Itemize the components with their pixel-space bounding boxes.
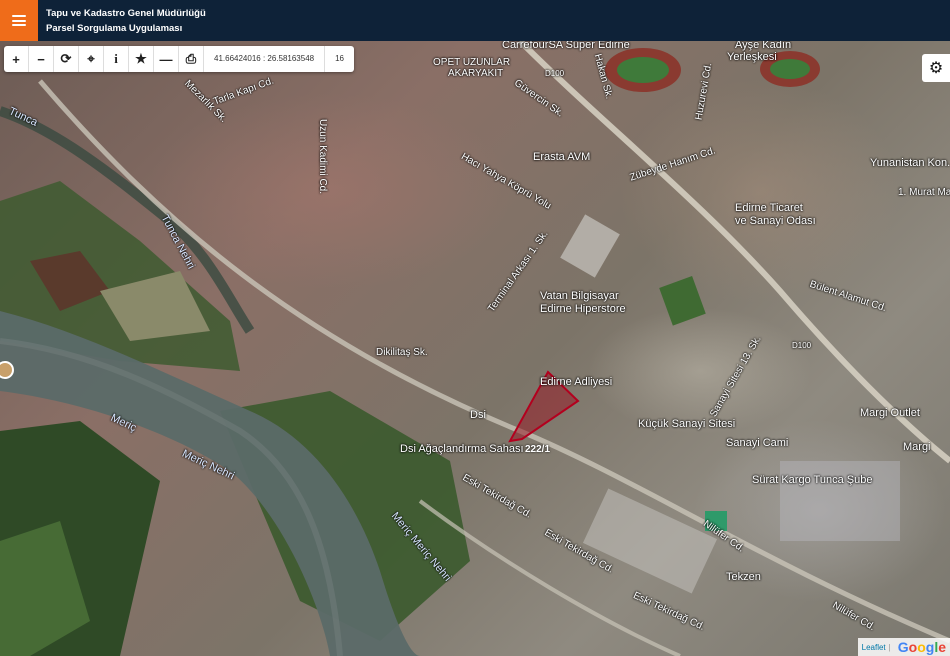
- map-label: ve Sanayi Odası: [735, 215, 816, 227]
- menu-button[interactable]: [0, 0, 38, 41]
- map-label: Dsi: [470, 409, 486, 421]
- map-label: Uzun Kadimi Cd.: [317, 118, 329, 195]
- info-icon[interactable]: i: [104, 46, 129, 72]
- star-icon[interactable]: ★: [129, 46, 154, 72]
- coordinate-readout: 41.66424016 : 26.58163548: [204, 46, 326, 72]
- app-title: Tapu ve Kadastro Genel Müdürlüğü: [46, 8, 206, 19]
- map-label: Küçük Sanayi Sitesi: [638, 418, 736, 430]
- map-label: AKARYAKIT: [448, 68, 504, 79]
- map-toolbar: + − ⟳ ⌖ i ★ — ⎙ 41.66424016 : 26.5816354…: [4, 46, 355, 72]
- print-icon[interactable]: ⎙: [179, 46, 204, 72]
- zoom-out-button[interactable]: −: [29, 46, 54, 72]
- attribution-separator: |: [888, 642, 891, 652]
- measure-icon[interactable]: —: [154, 46, 179, 72]
- app-header: Tapu ve Kadastro Genel Müdürlüğü Parsel …: [0, 0, 950, 41]
- map-label: Edirne Ticaret: [735, 202, 803, 214]
- app-subtitle: Parsel Sorgulama Uygulaması: [46, 23, 183, 34]
- map-label: Margi: [903, 441, 931, 453]
- google-logo: Google: [897, 639, 946, 655]
- parcel-label[interactable]: 222/1: [525, 444, 550, 455]
- map-label: CarrefourSA Süper Edirne: [502, 41, 630, 51]
- map-label: Ayşe Kadın: [735, 41, 792, 51]
- map-view[interactable]: CarrefourSA Süper Edirne Ayşe Kadın Yerl…: [0, 41, 950, 656]
- map-label: 1. Murat Mahallesi Muhtarlığı: [898, 187, 950, 198]
- map-label: Sürat Kargo Tunca Şube: [752, 474, 873, 486]
- zoom-level: 16: [335, 54, 345, 63]
- refresh-icon[interactable]: ⟳: [54, 46, 79, 72]
- hamburger-icon: [12, 15, 26, 26]
- map-label: OPET UZUNLAR: [433, 57, 511, 68]
- map-label: D100: [792, 341, 812, 350]
- map-label: Yerleşkesi: [727, 51, 777, 63]
- locate-icon[interactable]: ⌖: [79, 46, 104, 72]
- map-label: Edirne Adliyesi: [540, 376, 613, 388]
- map-label: Margi Outlet: [860, 407, 920, 419]
- leaflet-link[interactable]: Leaflet: [862, 643, 886, 652]
- map-label: Erasta AVM: [533, 151, 591, 163]
- map-label: Sanayi Cami: [726, 437, 789, 449]
- zoom-in-button[interactable]: +: [4, 46, 29, 72]
- map-label: Vatan Bilgisayar: [540, 290, 619, 302]
- map-label: Dsi Ağaçlandırma Sahası: [400, 443, 524, 455]
- map-label: D100: [545, 69, 565, 78]
- map-label: Yunanistan Kon.: [870, 157, 950, 169]
- gear-icon[interactable]: ⚙: [922, 54, 950, 82]
- map-attribution: Leaflet | Google: [857, 638, 950, 656]
- map-label: Dikilitaş Sk.: [376, 347, 428, 358]
- map-label: Tekzen: [726, 571, 761, 583]
- map-label: Edirne Hiperstore: [540, 303, 626, 315]
